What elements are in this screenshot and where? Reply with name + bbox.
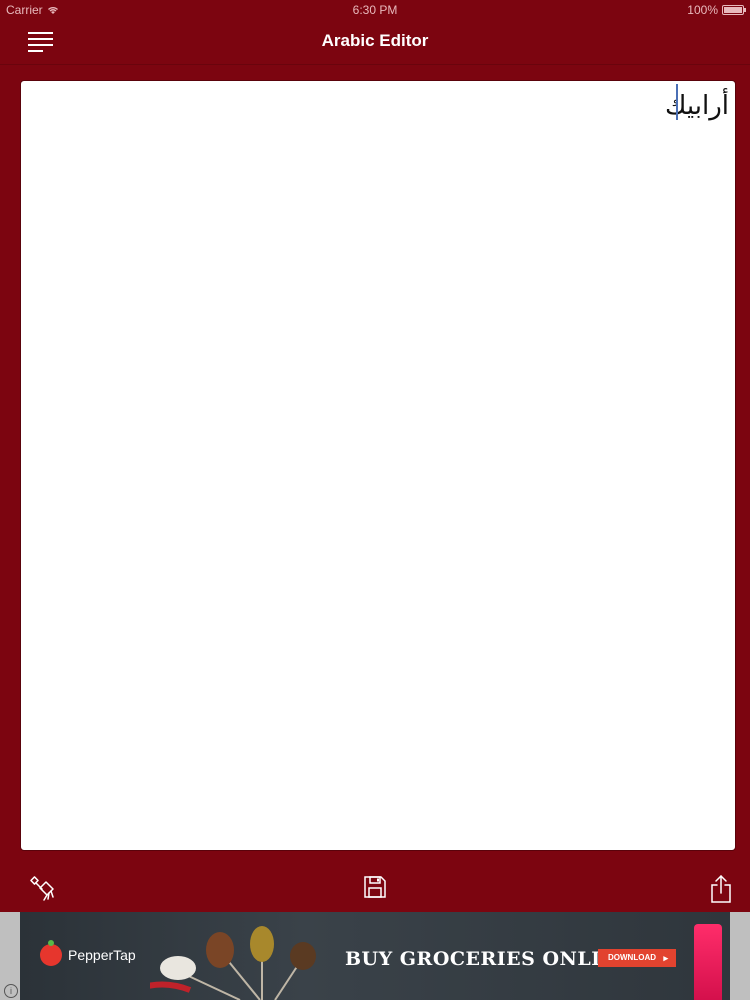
ad-border-right (730, 912, 750, 1000)
battery-icon (722, 5, 746, 15)
spices-image (150, 926, 316, 1000)
editor-content[interactable]: أرابيك (665, 91, 729, 121)
ad-download-button[interactable]: DOWNLOAD (598, 949, 676, 967)
ad-brand-name: PepperTap (68, 947, 136, 963)
text-cursor (676, 84, 678, 120)
status-time: 6:30 PM (352, 3, 398, 17)
cart-icon (40, 940, 62, 966)
floppy-disk-icon (364, 876, 386, 898)
text-editor[interactable]: أرابيك (20, 80, 736, 851)
menu-button[interactable] (28, 30, 54, 52)
page-title: Arabic Editor (321, 31, 429, 50)
ad-product-image (694, 924, 722, 1000)
ad-info-icon[interactable]: i (4, 984, 18, 998)
brush-icon (30, 876, 54, 901)
ad-headline: BUY GROCERIES ONLINE (345, 948, 634, 970)
ad-brand-logo: PepperTap (40, 940, 136, 966)
hamburger-menu-icon (28, 32, 53, 52)
navigation-bar: Arabic Editor (0, 20, 750, 65)
bottom-toolbar (0, 862, 750, 912)
ad-banner[interactable]: PepperTap BUY GROCERIES ONLINE DOWNLOAD (20, 912, 730, 1000)
battery-percent: 100% (687, 3, 718, 17)
share-icon (711, 874, 731, 903)
clear-button[interactable] (28, 874, 58, 904)
status-bar: Carrier 6:30 PM 100% (0, 0, 750, 20)
battery-info: 100% (687, 3, 746, 17)
share-button[interactable] (708, 874, 738, 904)
save-button[interactable] (362, 874, 392, 904)
